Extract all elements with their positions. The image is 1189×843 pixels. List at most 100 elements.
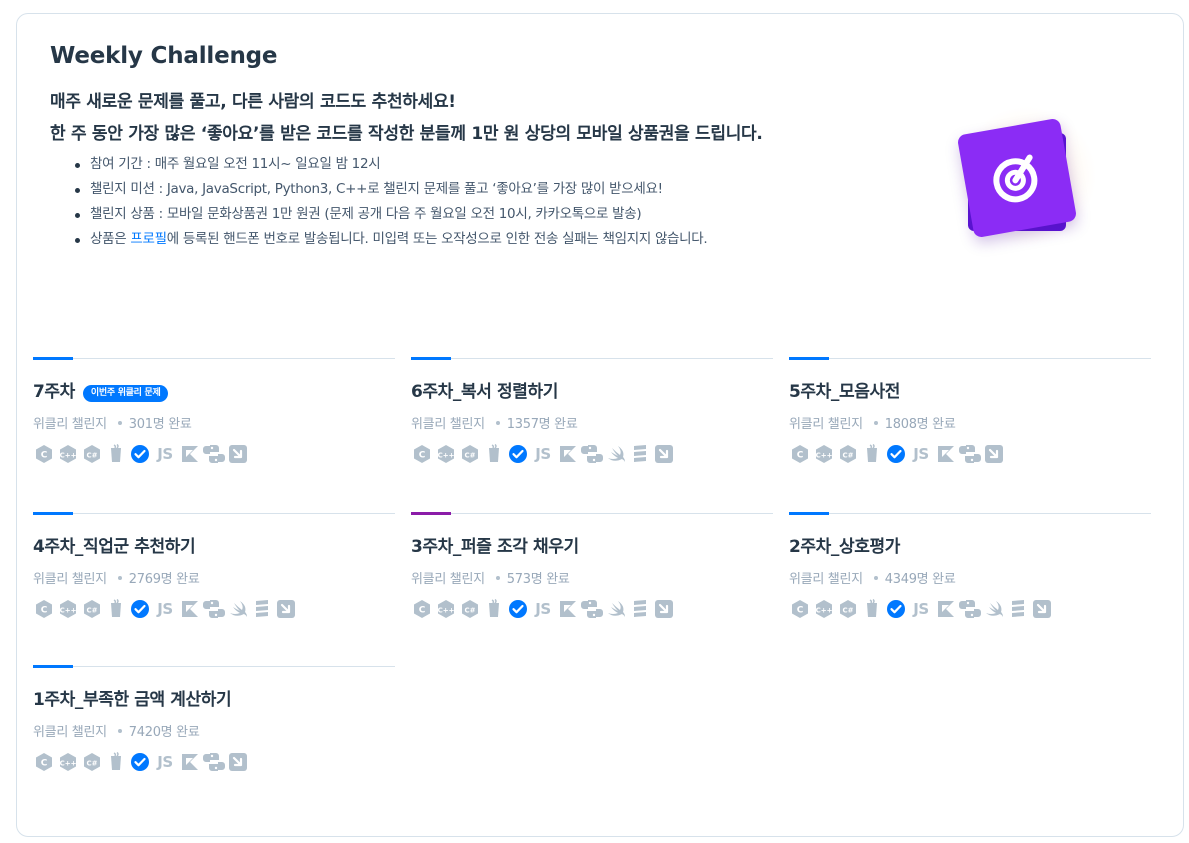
kotlin-icon — [935, 444, 957, 464]
page-title: Weekly Challenge — [50, 43, 278, 69]
svg-text:C: C — [419, 606, 426, 616]
c-icon: C — [789, 599, 811, 619]
language-icons: C C++ C# JS — [33, 751, 251, 773]
week-title-text: 6주차_복서 정렬하기 — [411, 382, 558, 402]
cpp-icon: C++ — [57, 599, 79, 619]
week-title[interactable]: 7주차 이번주 위클리 문제 — [33, 381, 169, 403]
python3-icon — [203, 752, 225, 772]
go-icon — [1031, 599, 1053, 619]
week-meta: 위클리 챌린지 2769명 완료 — [33, 568, 200, 587]
week-card[interactable]: 7주차 이번주 위클리 문제 위클리 챌린지 301명 완료 C C++ C# JS — [33, 357, 395, 488]
card-accent-bar — [33, 665, 73, 668]
javascript-check-icon — [507, 444, 529, 464]
python3-icon — [959, 599, 981, 619]
csharp-icon: C# — [459, 599, 481, 619]
week-category: 위클리 챌린지 — [789, 572, 863, 587]
svg-text:C#: C# — [464, 607, 475, 615]
go-icon — [227, 752, 249, 772]
swift-icon — [227, 599, 249, 619]
svg-text:C: C — [797, 606, 804, 616]
week-completed-count: 1357명 완료 — [506, 417, 578, 432]
java-icon — [861, 444, 883, 464]
rule-mission: 챌린지 미션 : Java, JavaScript, Python3, C++로… — [75, 177, 810, 202]
kotlin-icon — [179, 444, 201, 464]
week-card[interactable]: 4주차_직업군 추천하기 위클리 챌린지 2769명 완료 C C++ C# JS — [33, 512, 395, 643]
week-completed-count: 301명 완료 — [128, 417, 192, 432]
card-accent-bar — [33, 512, 73, 515]
week-meta: 위클리 챌린지 1357명 완료 — [411, 413, 578, 432]
profile-link[interactable]: 프로필 — [130, 231, 167, 247]
cpp-icon: C++ — [435, 599, 457, 619]
java-icon — [483, 444, 505, 464]
card-accent-bar — [411, 357, 451, 360]
svg-text:C#: C# — [86, 452, 97, 460]
go-icon — [227, 444, 249, 464]
svg-text:C: C — [419, 451, 426, 461]
svg-text:C++: C++ — [438, 452, 455, 460]
javascript-check-icon — [129, 752, 151, 772]
week-category: 위클리 챌린지 — [789, 417, 863, 432]
week-title[interactable]: 3주차_퍼즐 조각 채우기 — [411, 536, 579, 558]
rule-prize: 챌린지 상품 : 모바일 문화상품권 1만 원권 (문제 공개 다음 주 월요일… — [75, 202, 810, 227]
week-card[interactable]: 2주차_상호평가 위클리 챌린지 4349명 완료 C C++ C# JS — [789, 512, 1151, 643]
week-card[interactable]: 5주차_모음사전 위클리 챌린지 1808명 완료 C C++ C# JS — [789, 357, 1151, 488]
svg-text:C++: C++ — [60, 760, 77, 768]
csharp-icon: C# — [81, 752, 103, 772]
js-icon: JS — [157, 600, 173, 618]
c-icon: C — [33, 752, 55, 772]
csharp-icon: C# — [837, 444, 859, 464]
js-icon: JS — [913, 600, 929, 618]
week-card[interactable]: 6주차_복서 정렬하기 위클리 챌린지 1357명 완료 C C++ C# JS — [411, 357, 773, 488]
challenge-illustration — [937, 106, 1097, 256]
javascript-check-icon — [129, 444, 151, 464]
week-completed-count: 7420명 완료 — [128, 725, 200, 740]
language-icons: C C++ C# JS — [411, 598, 677, 620]
java-icon — [483, 599, 505, 619]
week-category: 위클리 챌린지 — [33, 725, 107, 740]
c-icon: C — [411, 599, 433, 619]
cpp-icon: C++ — [813, 599, 835, 619]
c-icon: C — [789, 444, 811, 464]
card-accent-bar — [411, 512, 451, 515]
svg-text:C#: C# — [86, 607, 97, 615]
cpp-icon: C++ — [435, 444, 457, 464]
card-accent-bar — [789, 512, 829, 515]
week-card[interactable]: 1주차_부족한 금액 계산하기 위클리 챌린지 7420명 완료 C C++ C# JS — [33, 665, 395, 796]
scala-icon — [251, 599, 273, 619]
csharp-icon: C# — [459, 444, 481, 464]
hero-desc-line1: 매주 새로운 문제를 풀고, 다른 사람의 코드도 추천하세요! — [50, 92, 456, 112]
csharp-icon: C# — [81, 599, 103, 619]
js-icon: JS — [913, 445, 929, 463]
week-completed-count: 573명 완료 — [506, 572, 570, 587]
javascript-check-icon — [885, 599, 907, 619]
week-title[interactable]: 1주차_부족한 금액 계산하기 — [33, 689, 232, 711]
week-meta: 위클리 챌린지 7420명 완료 — [33, 721, 200, 740]
csharp-icon: C# — [837, 599, 859, 619]
week-card[interactable]: 3주차_퍼즐 조각 채우기 위클리 챌린지 573명 완료 C C++ C# JS — [411, 512, 773, 643]
c-icon: C — [33, 599, 55, 619]
kotlin-icon — [557, 599, 579, 619]
svg-text:C: C — [41, 606, 48, 616]
rule-period: 참여 기간 : 매주 월요일 오전 11시~ 일요일 밤 12시 — [75, 152, 810, 177]
week-meta: 위클리 챌린지 573명 완료 — [411, 568, 570, 587]
go-icon — [275, 599, 297, 619]
week-meta: 위클리 챌린지 301명 완료 — [33, 413, 192, 432]
week-category: 위클리 챌린지 — [411, 572, 485, 587]
svg-text:C: C — [41, 451, 48, 461]
csharp-icon: C# — [81, 444, 103, 464]
go-icon — [983, 444, 1005, 464]
svg-text:C++: C++ — [60, 452, 77, 460]
week-title[interactable]: 5주차_모음사전 — [789, 381, 900, 403]
week-category: 위클리 챌린지 — [33, 417, 107, 432]
svg-text:C#: C# — [464, 452, 475, 460]
week-title[interactable]: 6주차_복서 정렬하기 — [411, 381, 558, 403]
week-title-text: 2주차_상호평가 — [789, 537, 900, 557]
python3-icon — [203, 444, 225, 464]
week-category: 위클리 챌린지 — [411, 417, 485, 432]
javascript-check-icon — [507, 599, 529, 619]
go-icon — [653, 444, 675, 464]
week-title[interactable]: 2주차_상호평가 — [789, 536, 900, 558]
svg-text:C++: C++ — [438, 607, 455, 615]
week-title[interactable]: 4주차_직업군 추천하기 — [33, 536, 196, 558]
week-completed-count: 2769명 완료 — [128, 572, 200, 587]
